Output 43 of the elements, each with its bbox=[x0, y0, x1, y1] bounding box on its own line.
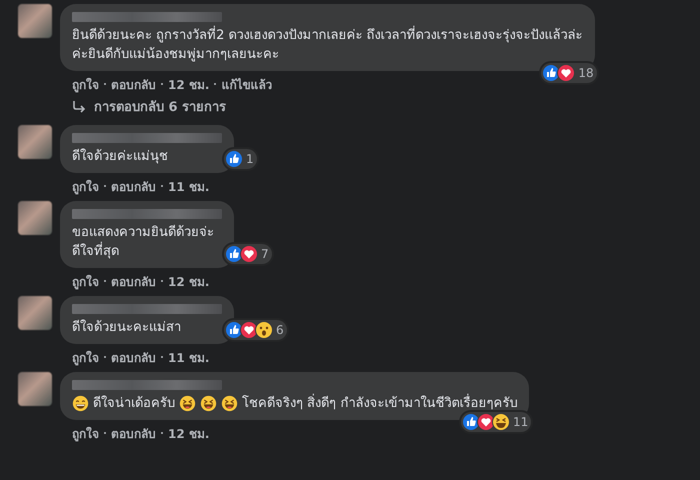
comment-action[interactable]: ถูกใจ bbox=[72, 74, 99, 94]
laughing-face-icon bbox=[200, 395, 217, 412]
avatar-placeholder[interactable] bbox=[18, 372, 52, 406]
comment-action[interactable]: ตอบกลับ bbox=[111, 176, 156, 196]
thumbs-up-icon bbox=[225, 150, 243, 168]
avatar-placeholder[interactable] bbox=[18, 296, 52, 330]
comment-text: ขอแสดงความยินดีด้วยจ่ะ bbox=[72, 224, 215, 242]
avatar-placeholder[interactable] bbox=[18, 125, 52, 159]
grinning-face-icon bbox=[72, 395, 89, 412]
avatar-placeholder[interactable] bbox=[18, 4, 52, 38]
comment-text: ดีใจด้วยนะคะแม่สา bbox=[72, 318, 182, 337]
comment-action[interactable]: ถูกใจ bbox=[72, 272, 99, 290]
comment-action[interactable]: ถูกใจ bbox=[72, 424, 99, 442]
comment-text: ดีใจที่สุด bbox=[72, 242, 222, 261]
comment-action[interactable]: ถูกใจ bbox=[72, 176, 99, 196]
comment-action: 12 ชม. bbox=[168, 274, 210, 290]
comment-text: ดีใจด้วยค่ะแม่นุช bbox=[72, 148, 169, 166]
comment-text: ยินดีด้วยนะคะ ถูกรางวัลที่2 ดวงเฮงดวงปังมากเลยค่ะ ถึงเวลาที่ดวงเราจะเฮงจะรุ่งจะปังแล้วล่ะ bbox=[72, 26, 583, 45]
laughing-face-icon bbox=[492, 413, 510, 431]
reaction-badge[interactable]: 18 bbox=[541, 63, 597, 83]
reaction-badge[interactable]: 7 bbox=[224, 244, 272, 264]
comment-action[interactable]: ตอบกลับ bbox=[111, 74, 156, 94]
comment-action[interactable]: ตอบกลับ bbox=[111, 348, 156, 366]
comment-action[interactable]: ตอบกลับ bbox=[111, 272, 156, 290]
avatar-placeholder[interactable] bbox=[18, 201, 52, 235]
reply-arrow-icon bbox=[72, 100, 86, 114]
comment-action: 12 ชม. bbox=[168, 76, 210, 94]
comment-action: 11 ชม. bbox=[168, 178, 210, 196]
comment-action: 11 ชม. bbox=[168, 350, 210, 366]
view-replies-link[interactable]: การตอบกลับ 6 รายการ bbox=[60, 93, 226, 125]
surprised-face-icon bbox=[255, 321, 273, 339]
laughing-face-icon bbox=[221, 395, 238, 412]
comment-action[interactable]: ตอบกลับ bbox=[111, 424, 156, 442]
comment-text: ค่ะยินดีกับแม่น้องชมพู่มากๆเลยนะคะ bbox=[72, 46, 280, 64]
laughing-face-icon bbox=[179, 395, 196, 412]
comment-action[interactable]: ถูกใจ bbox=[72, 348, 99, 366]
reaction-badge[interactable]: 1 bbox=[224, 149, 257, 169]
comment-action: แก้ไขแล้ว bbox=[221, 76, 272, 94]
reaction-badge[interactable]: 11 bbox=[460, 412, 532, 432]
comment-text: ดีใจน่าเด้อครับ bbox=[93, 394, 175, 413]
reaction-badge[interactable]: 6 bbox=[224, 320, 287, 340]
comment-action: 12 ชม. bbox=[168, 426, 210, 442]
comment-text: โชคดีจริงๆ สิ่งดีๆ กำลังจะเข้ามาในชีวิตเรื่อยๆครับ bbox=[242, 394, 518, 413]
